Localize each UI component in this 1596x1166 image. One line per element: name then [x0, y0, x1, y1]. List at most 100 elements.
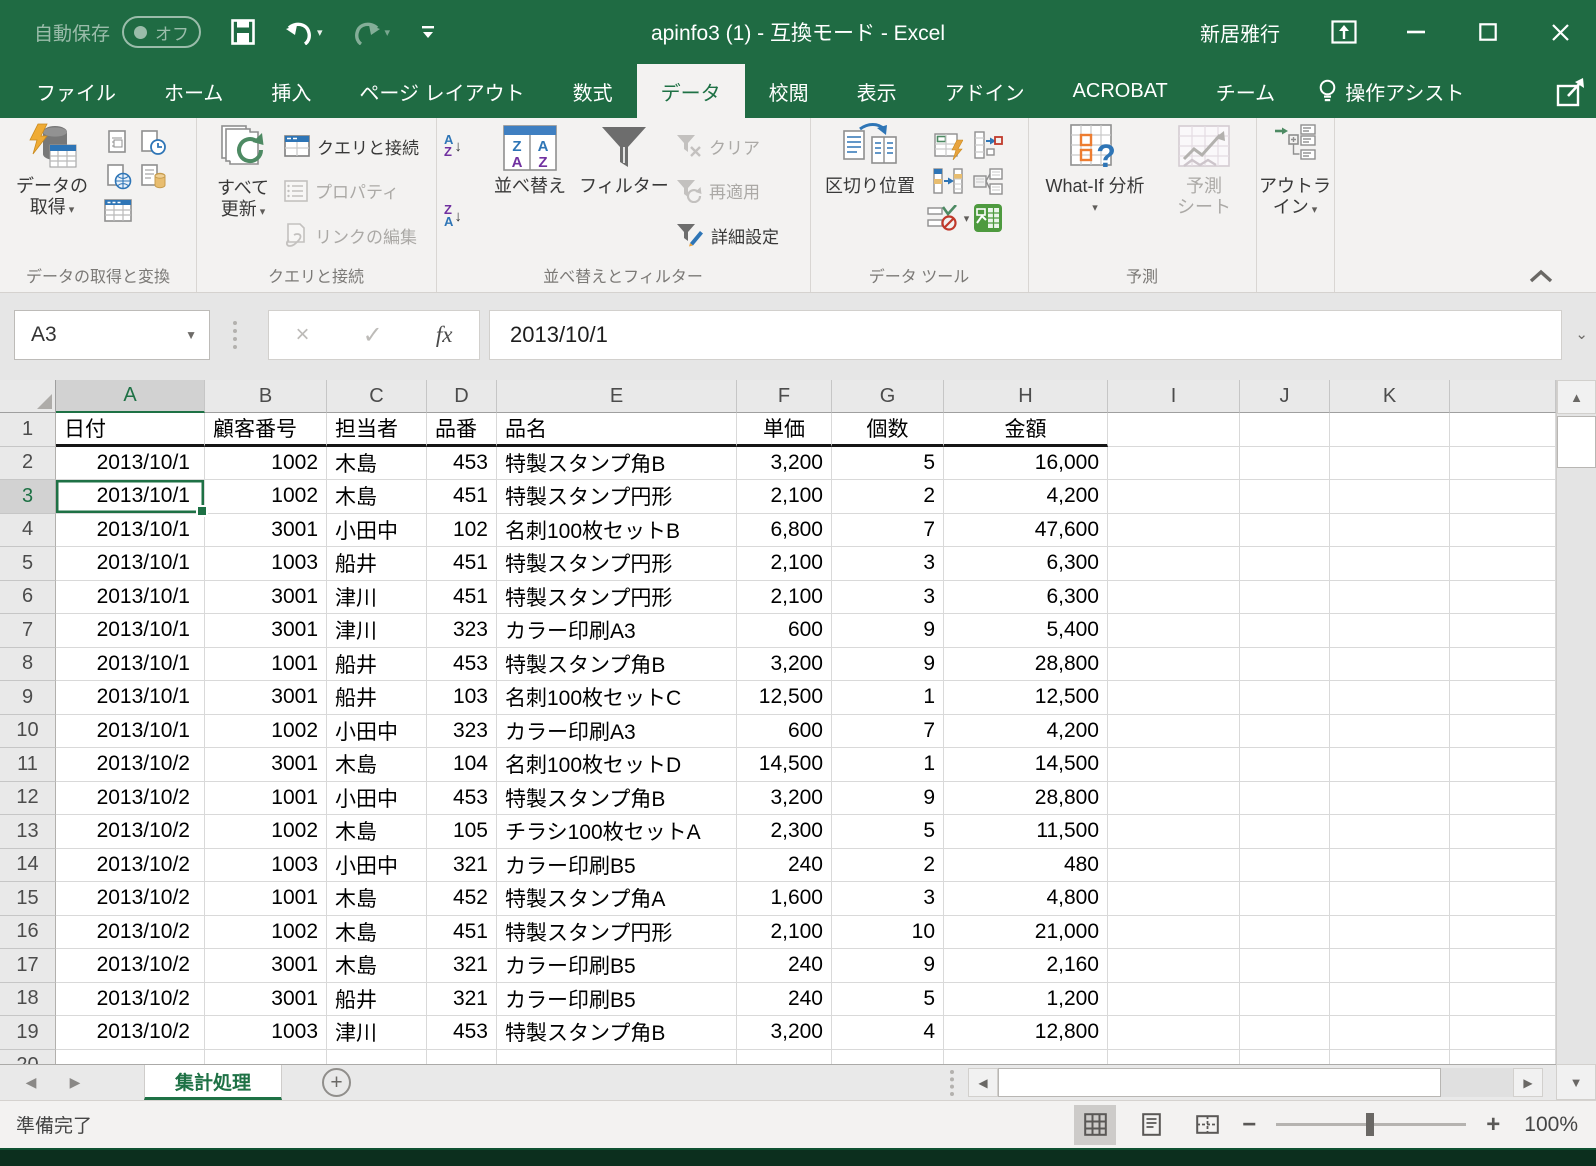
cell-filler-7[interactable] [1450, 614, 1556, 648]
cell-B7[interactable]: 3001 [205, 614, 327, 648]
cell-G9[interactable]: 1 [832, 681, 944, 715]
cell-H1[interactable]: 金額 [944, 413, 1108, 447]
cell-B9[interactable]: 3001 [205, 681, 327, 715]
column-header-J[interactable]: J [1240, 380, 1330, 413]
refresh-all-button[interactable]: すべて 更新▾ [206, 123, 280, 220]
cell-A5[interactable]: 2013/10/1 [56, 547, 205, 581]
row-header-7[interactable]: 7 [0, 614, 56, 648]
cell-H9[interactable]: 12,500 [944, 681, 1108, 715]
cell-G17[interactable]: 9 [832, 949, 944, 983]
cell-J18[interactable] [1240, 983, 1330, 1017]
outline-button[interactable]: アウトラ イン▾ [1259, 123, 1331, 218]
cell-A17[interactable]: 2013/10/2 [56, 949, 205, 983]
cell-F3[interactable]: 2,100 [737, 480, 832, 514]
cell-G13[interactable]: 5 [832, 815, 944, 849]
cell-H19[interactable]: 12,800 [944, 1016, 1108, 1050]
maximize-button[interactable] [1452, 0, 1524, 64]
cell-E11[interactable]: 名刺100枚セットD [497, 748, 737, 782]
cell-G7[interactable]: 9 [832, 614, 944, 648]
cell-G6[interactable]: 3 [832, 581, 944, 615]
cell-C15[interactable]: 木島 [327, 882, 427, 916]
cell-C12[interactable]: 小田中 [327, 782, 427, 816]
row-header-4[interactable]: 4 [0, 514, 56, 548]
cell-C13[interactable]: 木島 [327, 815, 427, 849]
cell-H11[interactable]: 14,500 [944, 748, 1108, 782]
group-label-forecast[interactable]: 予測 [1028, 263, 1256, 287]
cell-filler-14[interactable] [1450, 849, 1556, 883]
cell-D18[interactable]: 321 [427, 983, 497, 1017]
cell-B1[interactable]: 顧客番号 [205, 413, 327, 447]
cell-C7[interactable]: 津川 [327, 614, 427, 648]
cell-A1[interactable]: 日付 [56, 413, 205, 447]
undo-dropdown-arrow[interactable]: ▾ [317, 26, 323, 39]
cell-A19[interactable]: 2013/10/2 [56, 1016, 205, 1050]
cell-F16[interactable]: 2,100 [737, 916, 832, 950]
cell-A13[interactable]: 2013/10/2 [56, 815, 205, 849]
cell-D20[interactable] [427, 1050, 497, 1065]
cell-H6[interactable]: 6,300 [944, 581, 1108, 615]
cell-K18[interactable] [1330, 983, 1450, 1017]
cell-F12[interactable]: 3,200 [737, 782, 832, 816]
text-to-columns-button[interactable]: 区切り位置 [816, 123, 924, 197]
tab-ホーム[interactable]: ホーム [140, 64, 247, 118]
cell-C3[interactable]: 木島 [327, 480, 427, 514]
column-header-I[interactable]: I [1108, 380, 1240, 413]
cell-E9[interactable]: 名刺100枚セットC [497, 681, 737, 715]
cell-E12[interactable]: 特製スタンプ角B [497, 782, 737, 816]
cell-I15[interactable] [1108, 882, 1240, 916]
cell-J2[interactable] [1240, 447, 1330, 481]
horizontal-scroll-track[interactable] [1441, 1068, 1513, 1097]
cell-K15[interactable] [1330, 882, 1450, 916]
cell-B12[interactable]: 1001 [205, 782, 327, 816]
zoom-slider[interactable] [1276, 1123, 1466, 1126]
column-header-K[interactable]: K [1330, 380, 1450, 413]
cell-J5[interactable] [1240, 547, 1330, 581]
scroll-down-arrow[interactable]: ▼ [1556, 1064, 1596, 1100]
cell-C9[interactable]: 船井 [327, 681, 427, 715]
cell-K4[interactable] [1330, 514, 1450, 548]
cell-E8[interactable]: 特製スタンプ角B [497, 648, 737, 682]
cell-I14[interactable] [1108, 849, 1240, 883]
column-header-D[interactable]: D [427, 380, 497, 413]
column-header-H[interactable]: H [944, 380, 1108, 413]
cell-I9[interactable] [1108, 681, 1240, 715]
cell-C19[interactable]: 津川 [327, 1016, 427, 1050]
cell-F15[interactable]: 1,600 [737, 882, 832, 916]
clear-filter-button[interactable]: クリア [676, 131, 804, 161]
cell-I1[interactable] [1108, 413, 1240, 447]
new-sheet-button[interactable]: + [322, 1068, 351, 1097]
cell-A12[interactable]: 2013/10/2 [56, 782, 205, 816]
what-if-analysis-button[interactable]: ? What-If 分析 ▾ [1036, 123, 1154, 215]
cell-C14[interactable]: 小田中 [327, 849, 427, 883]
cell-B4[interactable]: 3001 [205, 514, 327, 548]
cell-G3[interactable]: 2 [832, 480, 944, 514]
cell-D10[interactable]: 323 [427, 715, 497, 749]
cell-I19[interactable] [1108, 1016, 1240, 1050]
cell-B16[interactable]: 1002 [205, 916, 327, 950]
horizontal-scrollbar[interactable]: ◀ ▶ [968, 1068, 1543, 1097]
cell-J20[interactable] [1240, 1050, 1330, 1065]
tab-ページ レイアウト[interactable]: ページ レイアウト [335, 64, 548, 118]
column-header-B[interactable]: B [205, 380, 327, 413]
tab-挿入[interactable]: 挿入 [247, 64, 335, 118]
column-header-G[interactable]: G [832, 380, 944, 413]
cell-B5[interactable]: 1003 [205, 547, 327, 581]
cell-K11[interactable] [1330, 748, 1450, 782]
page-break-preview-button[interactable] [1186, 1105, 1228, 1145]
cell-I16[interactable] [1108, 916, 1240, 950]
cell-B14[interactable]: 1003 [205, 849, 327, 883]
hscroll-resize-handle[interactable] [950, 1070, 954, 1096]
cell-I18[interactable] [1108, 983, 1240, 1017]
cell-H15[interactable]: 4,800 [944, 882, 1108, 916]
cell-E20[interactable] [497, 1050, 737, 1065]
column-header-A[interactable]: A [56, 380, 205, 413]
tab-アドイン[interactable]: アドイン [921, 64, 1049, 118]
cell-filler-18[interactable] [1450, 983, 1556, 1017]
cell-B2[interactable]: 1002 [205, 447, 327, 481]
cell-J4[interactable] [1240, 514, 1330, 548]
cell-filler-19[interactable] [1450, 1016, 1556, 1050]
horizontal-scroll-thumb[interactable] [998, 1068, 1441, 1097]
save-button[interactable] [231, 19, 255, 45]
collapse-ribbon-button[interactable] [1528, 268, 1554, 284]
from-web-icon[interactable] [106, 164, 132, 190]
